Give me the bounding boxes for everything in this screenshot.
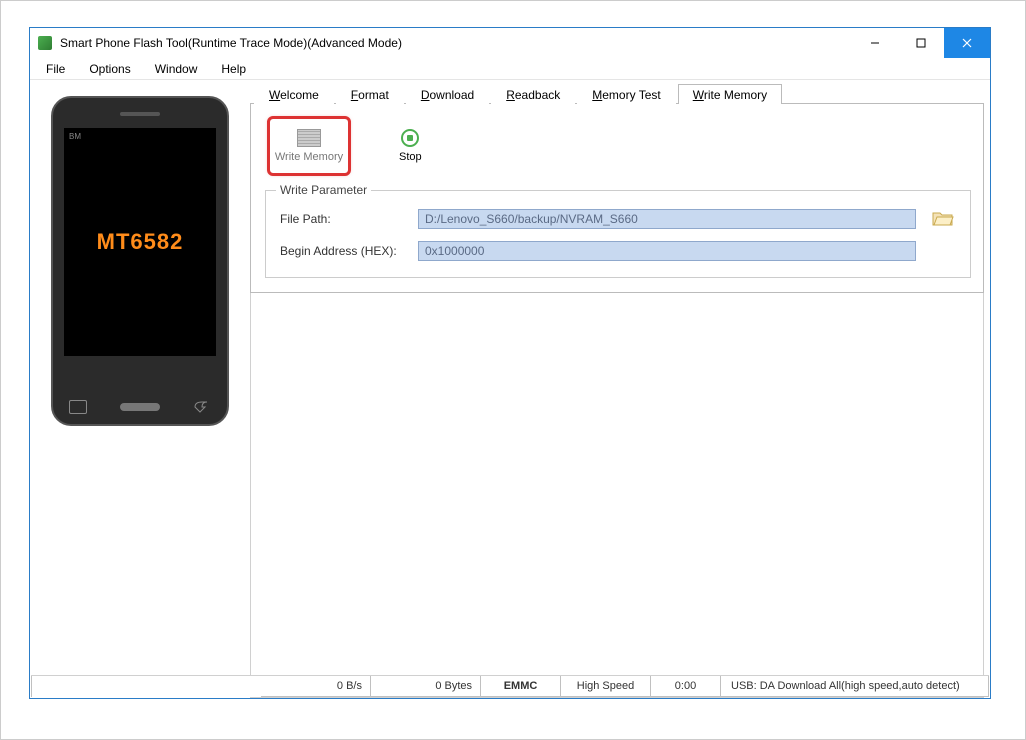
home-key-icon bbox=[120, 403, 160, 411]
write-memory-button[interactable]: Write Memory bbox=[269, 118, 349, 174]
app-icon bbox=[38, 36, 52, 50]
chip-label: MT6582 bbox=[97, 229, 184, 255]
statusbar: 0 B/s 0 Bytes EMMC High Speed 0:00 USB: … bbox=[31, 675, 989, 697]
browse-file-button[interactable] bbox=[932, 209, 956, 229]
phone-mockup: BM MT6582 bbox=[51, 96, 229, 426]
status-rate: 0 B/s bbox=[261, 676, 371, 697]
menubar: File Options Window Help bbox=[30, 58, 990, 80]
chip-icon bbox=[297, 129, 321, 147]
write-parameter-group: Write Parameter File Path: Begin Addre bbox=[265, 190, 971, 278]
toolbar: Write Memory Stop bbox=[261, 114, 975, 184]
menu-help[interactable]: Help bbox=[211, 60, 256, 78]
status-usb: USB: DA Download All(high speed,auto det… bbox=[721, 676, 989, 697]
write-memory-label: Write Memory bbox=[275, 151, 343, 163]
phone-screen: MT6582 bbox=[64, 128, 216, 356]
window-controls bbox=[852, 28, 990, 58]
tab-memory-test[interactable]: Memory Test bbox=[577, 84, 675, 104]
menu-file[interactable]: File bbox=[36, 60, 75, 78]
tab-readback[interactable]: Readback bbox=[491, 84, 575, 104]
status-time: 0:00 bbox=[651, 676, 721, 697]
left-pane: BM MT6582 bbox=[30, 80, 250, 698]
tab-welcome[interactable]: Welcome bbox=[254, 84, 334, 104]
stop-label: Stop bbox=[399, 151, 422, 163]
window-title: Smart Phone Flash Tool(Runtime Trace Mod… bbox=[60, 36, 852, 50]
back-key-icon bbox=[193, 400, 211, 414]
maximize-icon bbox=[916, 38, 926, 48]
begin-address-row: Begin Address (HEX): bbox=[280, 241, 956, 261]
menu-window[interactable]: Window bbox=[145, 60, 208, 78]
maximize-button[interactable] bbox=[898, 28, 944, 58]
status-bytes: 0 Bytes bbox=[371, 676, 481, 697]
folder-icon bbox=[932, 209, 954, 227]
close-icon bbox=[962, 38, 972, 48]
app-window: Smart Phone Flash Tool(Runtime Trace Mod… bbox=[29, 27, 991, 699]
client-area: BM MT6582 Welcome Format Download Readb bbox=[30, 80, 990, 698]
status-speed: High Speed bbox=[561, 676, 651, 697]
file-path-row: File Path: bbox=[280, 209, 956, 229]
tab-download[interactable]: Download bbox=[406, 84, 489, 104]
tab-content: Write Memory Stop Write Parameter File P… bbox=[250, 104, 984, 293]
phone-speaker-icon bbox=[120, 112, 160, 116]
minimize-button[interactable] bbox=[852, 28, 898, 58]
stop-button[interactable]: Stop bbox=[389, 118, 432, 174]
file-path-input[interactable] bbox=[418, 209, 916, 229]
output-area bbox=[250, 293, 984, 698]
phone-nav-row bbox=[53, 400, 227, 414]
file-path-label: File Path: bbox=[280, 212, 410, 226]
tab-format[interactable]: Format bbox=[336, 84, 404, 104]
close-button[interactable] bbox=[944, 28, 990, 58]
tab-write-memory[interactable]: Write Memory bbox=[678, 84, 782, 104]
status-spacer bbox=[31, 676, 261, 697]
titlebar: Smart Phone Flash Tool(Runtime Trace Mod… bbox=[30, 28, 990, 58]
menu-options[interactable]: Options bbox=[79, 60, 140, 78]
tab-bar: Welcome Format Download Readback Memory … bbox=[250, 82, 984, 104]
stop-icon bbox=[401, 129, 419, 147]
begin-address-input[interactable] bbox=[418, 241, 916, 261]
minimize-icon bbox=[870, 38, 880, 48]
write-parameter-legend: Write Parameter bbox=[276, 183, 371, 197]
begin-address-label: Begin Address (HEX): bbox=[280, 244, 410, 258]
phone-brand-label: BM bbox=[69, 132, 81, 141]
right-pane: Welcome Format Download Readback Memory … bbox=[250, 80, 990, 698]
menu-key-icon bbox=[69, 400, 87, 414]
status-storage: EMMC bbox=[481, 676, 561, 697]
